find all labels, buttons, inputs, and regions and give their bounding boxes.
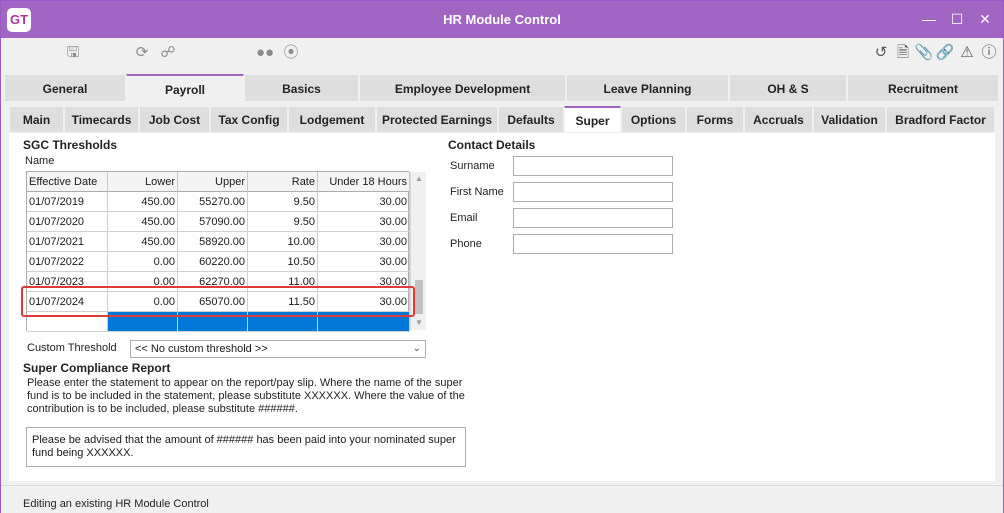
cell-rate[interactable]: 10.50 bbox=[248, 252, 318, 272]
cell-rate[interactable]: 9.50 bbox=[248, 192, 318, 212]
first-name-field[interactable] bbox=[513, 182, 673, 202]
subtab-defaults[interactable]: Defaults bbox=[498, 106, 564, 133]
scroll-up-icon[interactable]: ▲ bbox=[411, 172, 427, 186]
chevron-down-icon[interactable]: ⌄ bbox=[413, 341, 421, 357]
subtab-validation[interactable]: Validation bbox=[813, 106, 886, 133]
contact-heading: Contact Details bbox=[448, 138, 536, 152]
subtab-bradford-factor[interactable]: Bradford Factor bbox=[886, 106, 995, 133]
network-icon[interactable]: ☍ bbox=[158, 42, 178, 64]
status-bar: Editing an existing HR Module Control bbox=[1, 485, 1003, 513]
col-upper[interactable]: Upper bbox=[178, 172, 248, 192]
cell-lower[interactable]: 0.00 bbox=[108, 252, 178, 272]
subtab-accruals[interactable]: Accruals bbox=[744, 106, 813, 133]
first-name-label: First Name bbox=[450, 186, 504, 198]
super-panel: SGC Thresholds Name Effective Date Lower… bbox=[9, 133, 995, 481]
custom-threshold-select[interactable]: << No custom threshold >> ⌄ bbox=[130, 340, 426, 358]
tab-oh-and-s[interactable]: OH & S bbox=[729, 74, 847, 102]
alert-icon[interactable]: ⚠ bbox=[957, 42, 977, 64]
maximize-icon[interactable]: ☐ bbox=[947, 9, 967, 29]
subtab-timecards[interactable]: Timecards bbox=[64, 106, 139, 133]
link-icon[interactable]: 🔗 bbox=[935, 42, 955, 64]
cell-upper[interactable]: 55270.00 bbox=[178, 192, 248, 212]
col-rate[interactable]: Rate bbox=[248, 172, 318, 192]
tab-payroll[interactable]: Payroll bbox=[126, 74, 244, 102]
subtab-protected-earnings[interactable]: Protected Earnings bbox=[376, 106, 498, 133]
subtab-job-cost[interactable]: Job Cost bbox=[139, 106, 210, 133]
surname-field[interactable] bbox=[513, 156, 673, 176]
subtab-main[interactable]: Main bbox=[9, 106, 64, 133]
cell-lower[interactable]: 450.00 bbox=[108, 192, 178, 212]
cell-upper[interactable]: 60220.00 bbox=[178, 252, 248, 272]
subtab-tax-config[interactable]: Tax Config bbox=[210, 106, 288, 133]
save-icon[interactable]: 🖫 bbox=[63, 42, 83, 64]
cell-under-18-hours[interactable]: 30.00 bbox=[318, 232, 410, 252]
close-icon[interactable]: ✕ bbox=[975, 9, 995, 29]
tab-employee-development[interactable]: Employee Development bbox=[359, 74, 566, 102]
subtab-forms[interactable]: Forms bbox=[686, 106, 744, 133]
compliance-heading: Super Compliance Report bbox=[23, 361, 171, 375]
cell-under-18-hours[interactable]: 30.00 bbox=[318, 212, 410, 232]
name-label: Name bbox=[25, 155, 55, 167]
col-effective-date[interactable]: Effective Date bbox=[27, 172, 108, 192]
binoculars-icon[interactable]: ●● bbox=[255, 42, 275, 64]
tab-general[interactable]: General bbox=[4, 74, 126, 102]
compliance-instructions: Please enter the statement to appear on … bbox=[27, 377, 465, 415]
help-icon[interactable]: ⓘ bbox=[979, 42, 999, 64]
surname-label: Surname bbox=[450, 160, 495, 172]
window-title: HR Module Control bbox=[443, 12, 561, 27]
email-field[interactable] bbox=[513, 208, 673, 228]
custom-threshold-label: Custom Threshold bbox=[27, 342, 117, 354]
cell-upper[interactable]: 57090.00 bbox=[178, 212, 248, 232]
app-window: GT HR Module Control — ☐ ✕ 🖫 ⟳ ☍ ●● ⦿ ↺ … bbox=[0, 0, 1004, 513]
cell-effective-date[interactable]: 01/07/2019 bbox=[27, 192, 108, 212]
phone-label: Phone bbox=[450, 238, 482, 250]
scroll-down-icon[interactable]: ▼ bbox=[411, 316, 427, 330]
attach-icon[interactable]: 📎 bbox=[914, 42, 934, 64]
tab-leave-planning[interactable]: Leave Planning bbox=[566, 74, 729, 102]
back-icon[interactable]: ↺ bbox=[871, 42, 891, 64]
phone-field[interactable] bbox=[513, 234, 673, 254]
subtab-super[interactable]: Super bbox=[564, 106, 621, 133]
cell-rate[interactable]: 9.50 bbox=[248, 212, 318, 232]
title-bar: GT HR Module Control — ☐ ✕ bbox=[1, 1, 1003, 38]
cell-lower[interactable]: 450.00 bbox=[108, 232, 178, 252]
scroll-thumb[interactable] bbox=[415, 280, 423, 314]
custom-threshold-value: << No custom threshold >> bbox=[135, 343, 268, 355]
email-label: Email bbox=[450, 212, 478, 224]
sgc-heading: SGC Thresholds bbox=[23, 138, 118, 152]
cell-under-18-hours[interactable]: 30.00 bbox=[318, 192, 410, 212]
col-lower[interactable]: Lower bbox=[108, 172, 178, 192]
cell-effective-date[interactable]: 01/07/2021 bbox=[27, 232, 108, 252]
tab-recruitment[interactable]: Recruitment bbox=[847, 74, 999, 102]
navigate-icon[interactable]: ⦿ bbox=[281, 42, 301, 64]
cell-upper[interactable]: 58920.00 bbox=[178, 232, 248, 252]
highlighted-row-outline bbox=[21, 286, 415, 317]
cell-rate[interactable]: 10.00 bbox=[248, 232, 318, 252]
col-under-18-hours[interactable]: Under 18 Hours bbox=[318, 172, 410, 192]
status-text: Editing an existing HR Module Control bbox=[23, 498, 209, 510]
toolbar: 🖫 ⟳ ☍ ●● ⦿ ↺ 🗎 📎 🔗 ⚠ ⓘ bbox=[1, 38, 1003, 72]
cell-effective-date[interactable]: 01/07/2020 bbox=[27, 212, 108, 232]
cell-effective-date[interactable]: 01/07/2022 bbox=[27, 252, 108, 272]
subtab-lodgement[interactable]: Lodgement bbox=[288, 106, 376, 133]
document-icon[interactable]: 🗎 bbox=[893, 42, 913, 64]
refresh-icon[interactable]: ⟳ bbox=[132, 42, 152, 64]
subtab-options[interactable]: Options bbox=[621, 106, 686, 133]
compliance-statement-textarea[interactable]: Please be advised that the amount of ###… bbox=[26, 427, 466, 467]
cell-under-18-hours[interactable]: 30.00 bbox=[318, 252, 410, 272]
cell-lower[interactable]: 450.00 bbox=[108, 212, 178, 232]
tab-basics[interactable]: Basics bbox=[244, 74, 359, 102]
minimize-icon[interactable]: — bbox=[919, 9, 939, 29]
